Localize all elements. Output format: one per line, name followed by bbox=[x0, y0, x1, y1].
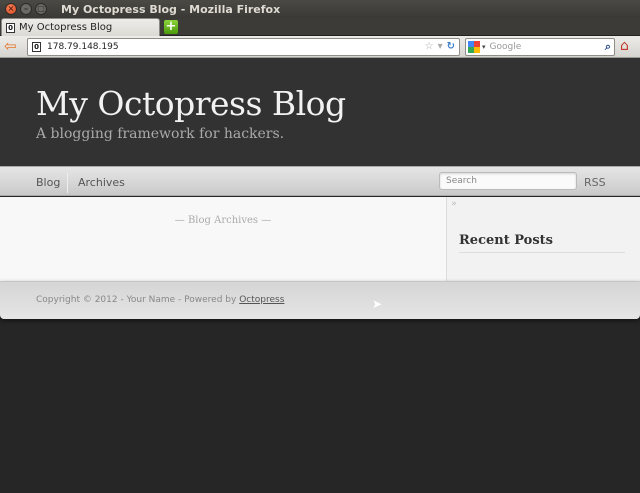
site-footer: Copyright © 2012 - Your Name - Powered b… bbox=[0, 281, 640, 319]
tab-my-octopress-blog[interactable]: 0 My Octopress Blog bbox=[1, 18, 160, 36]
navigation-toolbar: ⇦ 0 178.79.148.195 ☆ ▾ ↻ ▾ Google ⌕ ⌂ bbox=[0, 36, 640, 58]
search-placeholder: Google bbox=[489, 42, 522, 52]
site-search-input[interactable]: Search bbox=[439, 172, 577, 190]
window-title: My Octopress Blog - Mozilla Firefox bbox=[61, 2, 281, 16]
main-nav: Blog Archives Search RSS bbox=[0, 166, 640, 196]
history-dropdown-icon[interactable]: ▾ bbox=[438, 41, 443, 52]
engine-dropdown-icon[interactable]: ▾ bbox=[482, 43, 486, 51]
page-viewport: My Octopress Blog A blogging framework f… bbox=[0, 58, 640, 493]
copyright-text: Copyright © 2012 - Your Name - Powered b… bbox=[36, 295, 284, 305]
window-titlebar: × – □ My Octopress Blog - Mozilla Firefo… bbox=[0, 0, 640, 18]
sidebar: » Recent Posts bbox=[446, 197, 640, 281]
back-arrow-icon[interactable]: ⇦ bbox=[4, 39, 20, 55]
favicon-icon: 0 bbox=[6, 22, 15, 33]
rss-link[interactable]: RSS bbox=[584, 176, 606, 189]
new-tab-button[interactable]: + bbox=[164, 20, 178, 34]
site-title[interactable]: My Octopress Blog bbox=[36, 84, 346, 123]
mouse-cursor-icon: ➤ bbox=[372, 297, 383, 311]
main-content: — Blog Archives — bbox=[0, 197, 446, 281]
collapse-sidebar-icon[interactable]: » bbox=[447, 199, 461, 209]
octopress-link[interactable]: Octopress bbox=[239, 295, 284, 305]
window-close-button[interactable]: × bbox=[5, 3, 17, 15]
window-minimize-button[interactable]: – bbox=[20, 3, 32, 15]
nav-link-archives[interactable]: Archives bbox=[78, 176, 125, 189]
bookmark-star-icon[interactable]: ☆ bbox=[425, 41, 434, 52]
url-text: 178.79.148.195 bbox=[47, 42, 119, 52]
web-search-box[interactable]: ▾ Google ⌕ bbox=[465, 38, 615, 56]
reload-icon[interactable]: ↻ bbox=[447, 41, 455, 52]
window-controls: × – □ bbox=[5, 3, 47, 15]
site-subtitle: A blogging framework for hackers. bbox=[36, 126, 285, 142]
archive-heading: — Blog Archives — bbox=[174, 215, 272, 226]
recent-posts-heading: Recent Posts bbox=[459, 233, 553, 248]
window-maximize-button[interactable]: □ bbox=[35, 3, 47, 15]
site-header: My Octopress Blog A blogging framework f… bbox=[0, 58, 640, 166]
copyright-label: Copyright © 2012 - Your Name - Powered b… bbox=[36, 295, 240, 305]
nav-divider bbox=[67, 173, 68, 193]
home-icon[interactable]: ⌂ bbox=[620, 39, 629, 53]
search-icon[interactable]: ⌕ bbox=[605, 40, 611, 54]
address-bar[interactable]: 0 178.79.148.195 ☆ ▾ ↻ bbox=[27, 38, 460, 56]
site-identity-icon: 0 bbox=[32, 42, 41, 52]
tab-strip: 0 My Octopress Blog + bbox=[0, 18, 640, 36]
heading-divider bbox=[459, 252, 625, 253]
nav-link-blog[interactable]: Blog bbox=[36, 176, 60, 189]
google-engine-icon[interactable] bbox=[468, 41, 480, 53]
tab-label: My Octopress Blog bbox=[19, 22, 113, 33]
